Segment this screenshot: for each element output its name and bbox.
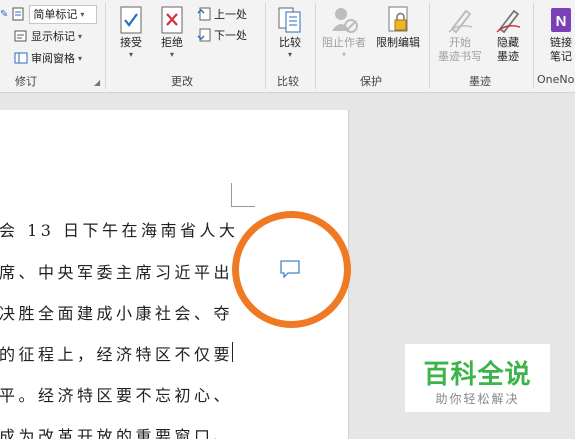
linked-notes-label-2: 笔记 [550, 50, 572, 63]
show-markup-icon [14, 29, 28, 43]
previous-icon [197, 7, 211, 21]
previous-label: 上一处 [214, 8, 247, 21]
next-icon [197, 28, 211, 42]
document-line[interactable]: 平。经济特区要不忘初心、 [0, 382, 233, 406]
compare-label: 比较 [279, 36, 301, 49]
document-line[interactable]: 的征程上，经济特区不仅要 [0, 341, 233, 365]
accept-label: 接受 [120, 36, 142, 49]
chevron-down-icon: ▾ [78, 31, 83, 41]
linked-notes-label-1: 链接 [550, 36, 572, 49]
next-label: 下一处 [214, 29, 247, 42]
start-inking-label-2: 墨迹书写 [438, 50, 482, 63]
text-cursor [232, 342, 233, 362]
markup-icon [12, 7, 26, 21]
chevron-down-icon: ▾ [169, 50, 174, 59]
block-authors-button[interactable]: 阻止作者 ▾ [318, 4, 370, 70]
restrict-editing-icon [383, 4, 413, 36]
reject-icon [157, 4, 187, 36]
block-authors-icon [329, 4, 359, 36]
onenote-icon: N [546, 4, 575, 36]
compare-group-label: 比较 [277, 75, 299, 88]
restrict-editing-button[interactable]: 限制编辑 [372, 4, 424, 70]
restrict-editing-label: 限制编辑 [376, 36, 420, 49]
block-authors-label: 阻止作者 [322, 36, 366, 49]
group-separator [429, 3, 430, 89]
dialog-launcher-icon[interactable]: ◢ [94, 78, 100, 87]
svg-text:N: N [556, 13, 567, 30]
document-line[interactable]: 席、中央军委主席习近平出 [0, 259, 233, 283]
compare-icon [275, 4, 305, 36]
changes-group-label: 更改 [171, 75, 193, 88]
watermark-title: 百科全说 [423, 360, 532, 390]
show-markup-label: 显示标记 [31, 30, 75, 43]
tracking-group-label: 修订 [15, 75, 37, 88]
group-separator [533, 3, 534, 89]
document-line[interactable]: 决胜全面建成小康社会、夺 [0, 300, 233, 324]
reviewing-pane-label: 审阅窗格 [31, 52, 75, 65]
reviewing-pane-button[interactable]: 审阅窗格 ▾ [14, 48, 82, 68]
accept-icon [116, 4, 146, 36]
reviewing-pane-icon [14, 51, 28, 65]
track-changes-icon: ✎ [0, 8, 9, 20]
previous-change-button[interactable]: 上一处 [197, 4, 247, 24]
start-inking-button[interactable]: 开始 墨迹书写 [434, 4, 486, 70]
chevron-down-icon: ▾ [78, 53, 83, 63]
ribbon: ✎ 简单标记 ▾ 显示标记 ▾ 审阅窗格 ▾ 修订 ◢ 接受 ▾ 拒绝 ▾ 上一… [0, 0, 575, 93]
margin-corner-mark [231, 183, 255, 207]
chevron-down-icon: ▾ [341, 50, 346, 59]
watermark-logo: 百科全说 助你轻松解决 [405, 344, 550, 412]
ink-group-label: 墨迹 [469, 75, 491, 88]
pen-icon [445, 4, 475, 36]
hide-ink-button[interactable]: 隐藏 墨迹 [485, 4, 531, 70]
markup-display-value: 简单标记 [33, 8, 78, 21]
compare-button[interactable]: 比较 ▾ [266, 4, 314, 70]
chevron-down-icon: ▾ [287, 50, 292, 59]
document-line[interactable]: 会 13 日下午在海南省人大 [0, 217, 239, 241]
hide-ink-icon [493, 4, 523, 36]
onenote-group-label: OneNo [537, 73, 575, 86]
next-change-button[interactable]: 下一处 [197, 25, 247, 45]
show-markup-button[interactable]: 显示标记 ▾ [14, 26, 82, 46]
group-separator [315, 3, 316, 89]
hide-ink-label-1: 隐藏 [497, 36, 519, 49]
comment-icon[interactable] [279, 259, 301, 283]
markup-display-dropdown[interactable]: ✎ 简单标记 ▾ [0, 4, 98, 24]
reject-button[interactable]: 拒绝 ▾ [148, 4, 196, 70]
chevron-down-icon: ▾ [128, 50, 133, 59]
protect-group-label: 保护 [360, 75, 382, 88]
reject-label: 拒绝 [161, 36, 183, 49]
document-line[interactable]: 成为改革开放的重要窗口、 [0, 423, 233, 439]
start-inking-label-1: 开始 [449, 36, 471, 49]
watermark-subtitle: 助你轻松解决 [435, 392, 520, 406]
group-separator [105, 3, 106, 89]
chevron-down-icon: ▾ [80, 9, 85, 19]
linked-notes-button[interactable]: N 链接 笔记 [538, 4, 575, 70]
hide-ink-label-2: 墨迹 [497, 50, 519, 63]
